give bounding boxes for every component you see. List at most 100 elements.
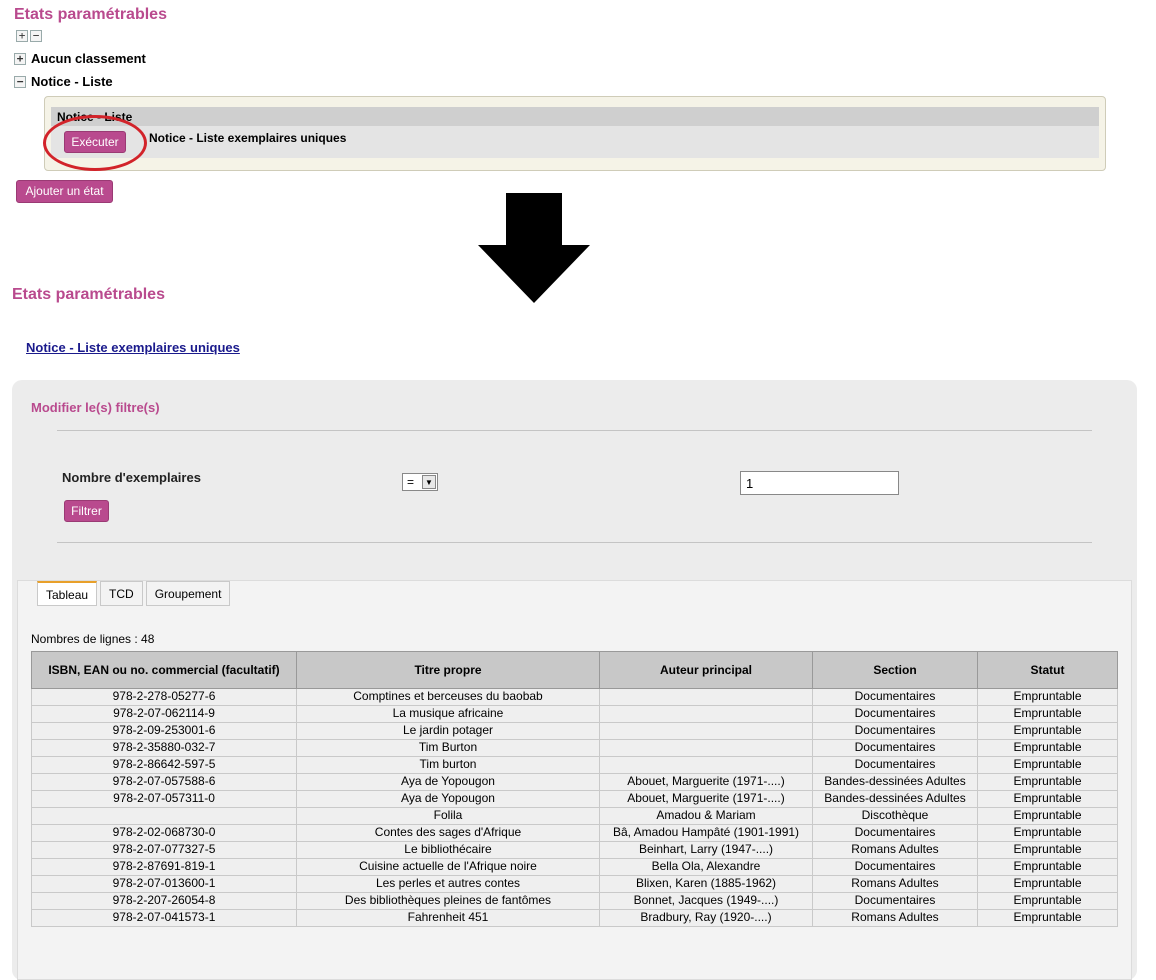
table-cell bbox=[599, 739, 813, 757]
table-cell: Empruntable bbox=[977, 824, 1118, 842]
table-cell: 978-2-35880-032-7 bbox=[31, 739, 297, 757]
table-cell: Romans Adultes bbox=[812, 841, 978, 859]
table-cell: Le jardin potager bbox=[296, 722, 600, 740]
table-cell: Fahrenheit 451 bbox=[296, 909, 600, 927]
table-cell: Bandes-dessinées Adultes bbox=[812, 790, 978, 808]
filter-value-input[interactable] bbox=[740, 471, 899, 495]
collapse-icon[interactable]: − bbox=[14, 75, 26, 88]
table-cell: 978-2-07-062114-9 bbox=[31, 705, 297, 723]
table-cell: Empruntable bbox=[977, 807, 1118, 825]
table-cell: Amadou & Mariam bbox=[599, 807, 813, 825]
table-cell bbox=[599, 688, 813, 706]
table-cell: Empruntable bbox=[977, 773, 1118, 791]
table-cell: Empruntable bbox=[977, 756, 1118, 774]
table-cell: Cuisine actuelle de l'Afrique noire bbox=[296, 858, 600, 876]
table-cell: Romans Adultes bbox=[812, 909, 978, 927]
table-cell: Le bibliothécaire bbox=[296, 841, 600, 859]
table-row: 978-2-07-013600-1 Les perles et autres co… bbox=[31, 875, 1118, 893]
table-cell bbox=[599, 705, 813, 723]
table-cell: Empruntable bbox=[977, 739, 1118, 757]
results-table: ISBN, EAN ou no. commercial (facultatif)… bbox=[31, 651, 1118, 927]
table-cell: 978-2-87691-819-1 bbox=[31, 858, 297, 876]
table-cell: Abouet, Marguerite (1971-....) bbox=[599, 773, 813, 791]
highlight-circle bbox=[43, 115, 147, 171]
table-cell: Beinhart, Larry (1947-....) bbox=[599, 841, 813, 859]
table-cell: Documentaires bbox=[812, 824, 978, 842]
column-header[interactable]: Auteur principal bbox=[599, 651, 813, 689]
table-cell: Blixen, Karen (1885-1962) bbox=[599, 875, 813, 893]
table-row: 978-2-278-05277-6 Comptines et berceuses … bbox=[31, 688, 1118, 706]
table-cell: Empruntable bbox=[977, 892, 1118, 910]
table-cell: Documentaires bbox=[812, 858, 978, 876]
table-cell: Documentaires bbox=[812, 688, 978, 706]
page-title-2: Etats paramétrables bbox=[12, 286, 165, 303]
table-cell: 978-2-86642-597-5 bbox=[31, 756, 297, 774]
divider bbox=[57, 430, 1092, 431]
table-cell: Empruntable bbox=[977, 722, 1118, 740]
column-header[interactable]: Titre propre bbox=[296, 651, 600, 689]
tab-groupement[interactable]: Groupement bbox=[145, 581, 231, 606]
table-cell: Des bibliothèques pleines de fantômes bbox=[296, 892, 600, 910]
table-cell: 978-2-07-013600-1 bbox=[31, 875, 297, 893]
report-group-header: Notice - Liste bbox=[51, 107, 1099, 126]
operator-value: = bbox=[407, 475, 415, 489]
table-row: 978-2-35880-032-7 Tim Burton Documentaires… bbox=[31, 739, 1118, 757]
tab-tcd[interactable]: TCD bbox=[100, 581, 143, 606]
table-cell: Empruntable bbox=[977, 841, 1118, 859]
table-row: 978-2-87691-819-1 Cuisine actuelle de l'A… bbox=[31, 858, 1118, 876]
divider bbox=[57, 542, 1092, 543]
tree-item-aucun-classement[interactable]: + Aucun classement bbox=[14, 51, 146, 66]
tab-tableau[interactable]: Tableau bbox=[37, 581, 98, 606]
table-cell: Aya de Yopougon bbox=[296, 773, 600, 791]
table-cell: Documentaires bbox=[812, 739, 978, 757]
table-cell: Documentaires bbox=[812, 722, 978, 740]
chevron-down-icon[interactable]: ▼ bbox=[422, 475, 436, 489]
table-row: Folila Amadou & Mariam Discothèque Emprunta… bbox=[31, 807, 1118, 825]
table-cell: Bonnet, Jacques (1949-....) bbox=[599, 892, 813, 910]
table-cell: Tim burton bbox=[296, 756, 600, 774]
table-cell bbox=[599, 756, 813, 774]
table-cell bbox=[31, 807, 297, 825]
down-arrow-icon bbox=[478, 193, 590, 303]
table-row: 978-2-07-077327-5 Le bibliothécaire Beinha… bbox=[31, 841, 1118, 859]
add-state-button[interactable]: Ajouter un état bbox=[16, 180, 113, 203]
report-link[interactable]: Notice - Liste exemplaires uniques bbox=[26, 340, 240, 355]
table-cell: Documentaires bbox=[812, 756, 978, 774]
table-row: 978-2-09-253001-6 Le jardin potager Docume… bbox=[31, 722, 1118, 740]
table-cell: 978-2-09-253001-6 bbox=[31, 722, 297, 740]
table-cell: Empruntable bbox=[977, 705, 1118, 723]
table-cell: Discothèque bbox=[812, 807, 978, 825]
tree-item-label: Notice - Liste bbox=[31, 74, 113, 89]
filter-button[interactable]: Filtrer bbox=[64, 500, 109, 522]
table-cell: 978-2-07-057588-6 bbox=[31, 773, 297, 791]
table-cell: Bradbury, Ray (1920-....) bbox=[599, 909, 813, 927]
table-cell: 978-2-07-041573-1 bbox=[31, 909, 297, 927]
tab-bar: Tableau TCD Groupement bbox=[37, 581, 231, 606]
table-cell: Empruntable bbox=[977, 909, 1118, 927]
column-header[interactable]: Statut bbox=[977, 651, 1118, 689]
table-cell: Bandes-dessinées Adultes bbox=[812, 773, 978, 791]
table-cell: Aya de Yopougon bbox=[296, 790, 600, 808]
table-cell: 978-2-07-057311-0 bbox=[31, 790, 297, 808]
table-row: 978-2-86642-597-5 Tim burton Documentaires… bbox=[31, 756, 1118, 774]
table-cell: Empruntable bbox=[977, 688, 1118, 706]
tree-controls: + − bbox=[16, 30, 42, 42]
table-cell: Contes des sages d'Afrique bbox=[296, 824, 600, 842]
table-cell: Documentaires bbox=[812, 705, 978, 723]
report-name: Notice - Liste exemplaires uniques bbox=[149, 131, 347, 145]
column-header[interactable]: Section bbox=[812, 651, 978, 689]
table-cell: Documentaires bbox=[812, 892, 978, 910]
page-title: Etats paramétrables bbox=[14, 6, 167, 23]
table-cell: 978-2-278-05277-6 bbox=[31, 688, 297, 706]
collapse-all-icon[interactable]: − bbox=[30, 30, 42, 42]
expand-all-icon[interactable]: + bbox=[16, 30, 28, 42]
table-cell bbox=[599, 722, 813, 740]
column-header[interactable]: ISBN, EAN ou no. commercial (facultatif) bbox=[31, 651, 297, 689]
tree-item-notice-liste[interactable]: − Notice - Liste bbox=[14, 74, 113, 89]
table-cell: Les perles et autres contes bbox=[296, 875, 600, 893]
operator-select[interactable]: = ▼ bbox=[402, 473, 438, 491]
table-row: 978-2-07-057311-0 Aya de Yopougon Abouet, … bbox=[31, 790, 1118, 808]
table-row: 978-2-207-26054-8 Des bibliothèques plein… bbox=[31, 892, 1118, 910]
expand-icon[interactable]: + bbox=[14, 52, 26, 65]
table-cell: Abouet, Marguerite (1971-....) bbox=[599, 790, 813, 808]
